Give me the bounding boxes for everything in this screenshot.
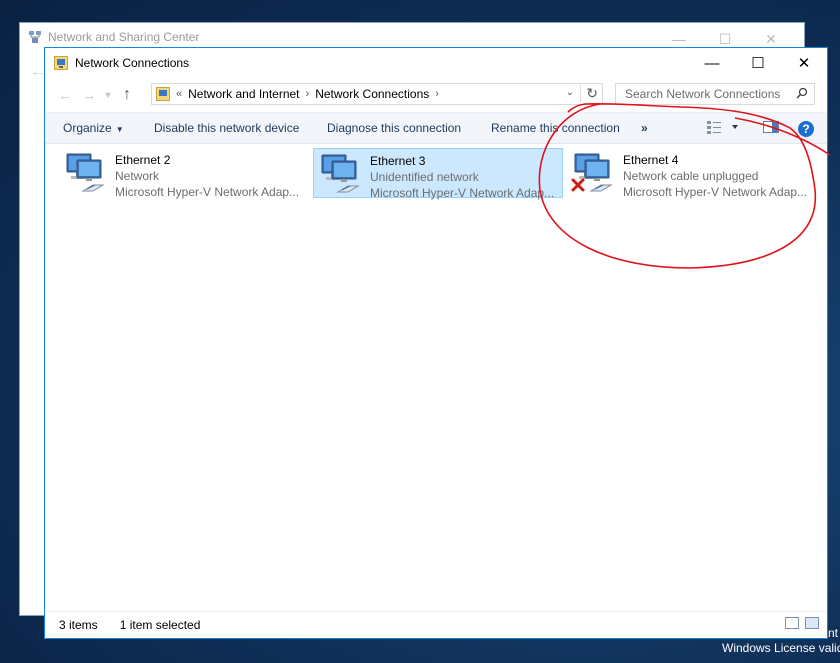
connection-adapter: Microsoft Hyper-V Network Adap...	[370, 186, 555, 200]
up-button[interactable]: ↑	[115, 83, 139, 107]
minimize-icon[interactable]: —	[656, 29, 702, 49]
chevron-down-icon: ▼	[115, 125, 124, 134]
connection-status: Network cable unplugged	[623, 169, 759, 183]
command-bar: Organize ▼ Disable this network device Di…	[45, 112, 827, 144]
connection-status: Unidentified network	[370, 170, 479, 184]
preview-pane-icon[interactable]	[763, 120, 779, 137]
disconnected-x-icon	[571, 178, 585, 195]
connection-ethernet-3[interactable]: Ethernet 3 Unidentified network Microsof…	[313, 148, 563, 200]
breadcrumb-chevron-icon[interactable]: ›	[435, 88, 439, 100]
refresh-icon[interactable]: ↻	[580, 85, 598, 102]
recent-locations-icon[interactable]: ▼	[101, 83, 115, 107]
search-box[interactable]	[615, 83, 815, 105]
disable-device-button[interactable]: Disable this network device	[154, 121, 299, 135]
window-titlebar[interactable]: Network Connections — ☐ ✕	[45, 48, 827, 78]
rename-connection-button[interactable]: Rename this connection	[491, 121, 620, 135]
search-icon[interactable]	[796, 87, 808, 102]
connection-ethernet-2[interactable]: Ethernet 2 Network Microsoft Hyper-V Net…	[59, 148, 309, 199]
address-dropdown-icon[interactable]: ⌄	[566, 87, 574, 98]
desktop-watermark: Windows License valid	[722, 641, 840, 655]
minimize-button[interactable]: —	[689, 48, 735, 78]
background-window-title: Network and Sharing Center	[48, 30, 200, 44]
connection-adapter: Microsoft Hyper-V Network Adap...	[623, 185, 808, 199]
network-connections-icon	[54, 56, 68, 70]
help-icon[interactable]: ?	[797, 120, 815, 141]
address-row: ← → ▼ ↑ « Network and Internet › Network…	[45, 78, 827, 112]
desktop-watermark-fragment: nt	[828, 626, 839, 640]
maximize-icon[interactable]: ☐	[702, 29, 748, 49]
address-bar[interactable]: « Network and Internet › Network Connect…	[151, 83, 603, 105]
breadcrumb-network-connections[interactable]: Network Connections	[315, 87, 429, 101]
diagnose-connection-button[interactable]: Diagnose this connection	[327, 121, 461, 135]
details-view-icon[interactable]	[785, 617, 799, 629]
item-count: 3 items	[59, 618, 98, 632]
organize-label: Organize	[63, 121, 112, 135]
tiles-view-icon[interactable]	[805, 617, 819, 629]
breadcrumb-network-and-internet[interactable]: Network and Internet	[188, 87, 299, 101]
connection-name: Ethernet 2	[115, 153, 171, 167]
maximize-button[interactable]: ☐	[735, 48, 781, 78]
more-commands-button[interactable]: »	[641, 121, 648, 135]
status-bar: 3 items 1 item selected	[45, 611, 827, 638]
connection-name: Ethernet 3	[370, 154, 426, 168]
connection-name: Ethernet 4	[623, 153, 679, 167]
connection-status: Network	[115, 169, 160, 183]
network-center-icon	[28, 30, 42, 44]
close-button[interactable]: ✕	[781, 48, 827, 78]
connections-list[interactable]: Ethernet 2 Network Microsoft Hyper-V Net…	[45, 144, 827, 604]
window-title: Network Connections	[75, 56, 190, 70]
svg-text:?: ?	[802, 122, 809, 136]
organize-button[interactable]: Organize ▼	[63, 121, 124, 135]
change-view-icon[interactable]	[707, 120, 739, 137]
network-adapter-icon	[63, 151, 107, 195]
close-icon[interactable]: ✕	[748, 29, 794, 49]
connection-adapter: Microsoft Hyper-V Network Adap...	[115, 185, 300, 199]
selection-count: 1 item selected	[119, 618, 201, 632]
network-adapter-icon	[318, 152, 362, 196]
breadcrumb-chevron-icon[interactable]: ›	[306, 88, 310, 100]
back-button[interactable]: ←	[53, 83, 77, 107]
search-input[interactable]	[623, 86, 797, 102]
forward-button[interactable]: →	[77, 83, 101, 107]
network-connections-window[interactable]: Network Connections — ☐ ✕ ← → ▼ ↑ « Netw…	[44, 47, 828, 639]
connection-ethernet-4[interactable]: Ethernet 4 Network cable unplugged Micro…	[567, 148, 817, 199]
breadcrumb-prefix[interactable]: «	[176, 88, 182, 100]
control-panel-icon	[156, 87, 170, 101]
